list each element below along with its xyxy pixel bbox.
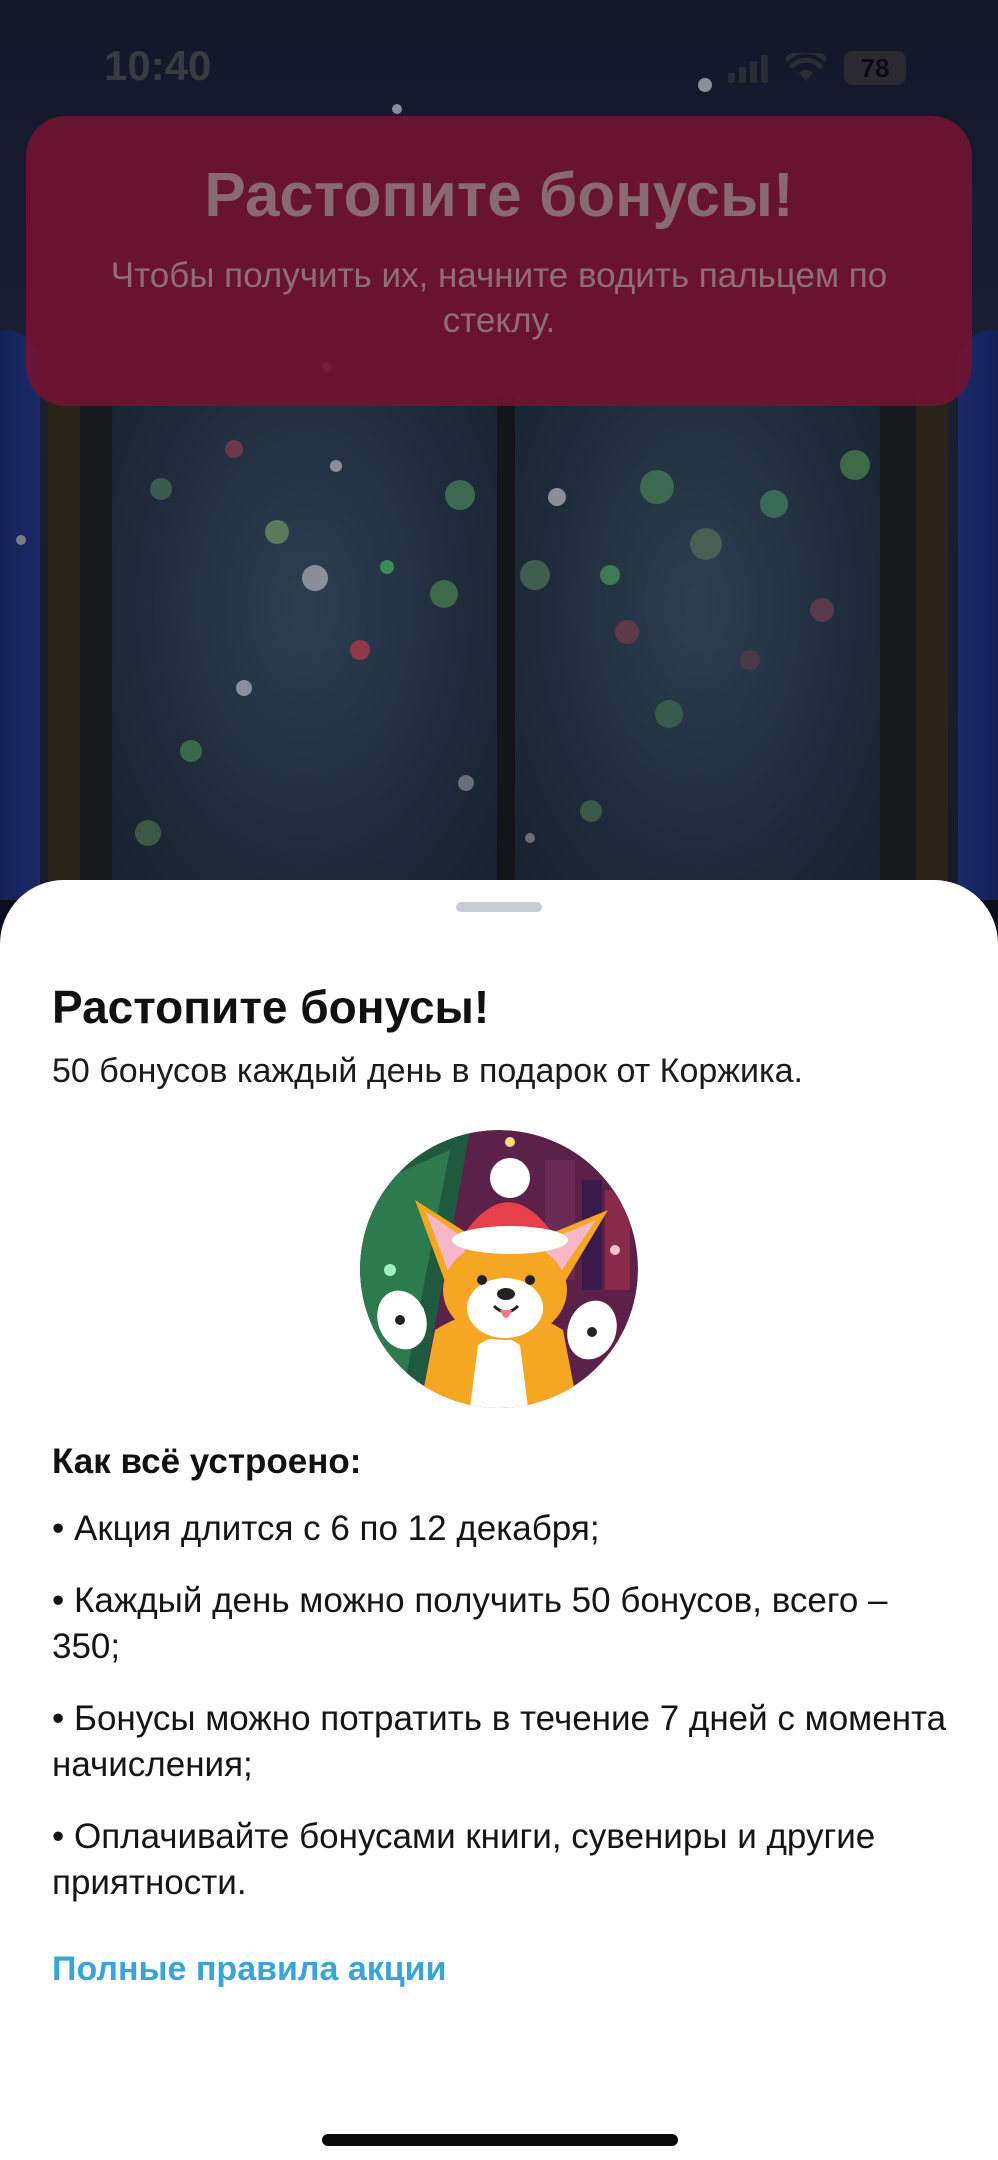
bokeh-light <box>760 490 788 518</box>
bokeh-light <box>740 650 760 670</box>
status-time: 10:40 <box>104 42 212 89</box>
frosted-glass-pane-left[interactable] <box>112 405 497 900</box>
bokeh-light <box>330 460 342 472</box>
bonus-info-sheet: Растопите бонусы! 50 бонусов каждый день… <box>0 880 998 2160</box>
full-rules-link[interactable]: Полные правила акции <box>52 1950 447 1989</box>
bokeh-light <box>600 565 620 585</box>
sheet-grabber-handle[interactable] <box>456 902 542 912</box>
window-post-right <box>880 395 916 900</box>
instruction-banner: Растопите бонусы! Чтобы получить их, нач… <box>26 116 972 406</box>
window-post-left <box>80 395 112 900</box>
bokeh-light <box>615 620 639 644</box>
snowflake-dot <box>16 535 26 545</box>
window-scene-background[interactable]: Растопите бонусы! Чтобы получить их, нач… <box>0 0 998 900</box>
list-item: • Оплачивайте бонусами книги, сувениры и… <box>52 1817 876 1902</box>
bokeh-light <box>380 560 394 574</box>
home-indicator[interactable] <box>322 2134 678 2146</box>
bokeh-light <box>430 580 458 608</box>
banner-title: Растопите бонусы! <box>204 161 794 230</box>
frosted-glass-pane-right[interactable] <box>515 405 880 900</box>
bokeh-light <box>810 598 834 622</box>
curtain-right <box>958 330 998 900</box>
banner-subtitle: Чтобы получить их, начните водить пальце… <box>110 256 888 340</box>
bokeh-light <box>180 740 202 762</box>
bokeh-light <box>135 820 161 846</box>
bokeh-light <box>548 488 566 506</box>
curtain-left <box>0 330 40 900</box>
bokeh-light <box>445 480 475 510</box>
bokeh-light <box>520 560 550 590</box>
wifi-icon <box>786 53 826 81</box>
bokeh-light <box>302 565 328 591</box>
cellular-signal-icon <box>728 53 768 83</box>
bokeh-light <box>265 520 289 544</box>
status-bar: 10:40 78 <box>0 0 998 120</box>
bokeh-light <box>236 680 252 696</box>
bokeh-light <box>840 450 870 480</box>
window-mullion <box>497 395 515 900</box>
bokeh-light <box>655 700 683 728</box>
list-item: • Бонусы можно потратить в течение 7 дне… <box>52 1699 947 1784</box>
bokeh-light <box>690 528 722 560</box>
corgi-mascot-illustration <box>360 1130 638 1408</box>
bokeh-light <box>458 775 474 791</box>
snowflake-dot <box>525 833 535 843</box>
rules-list: • Акция длится с 6 по 12 декабря; • Кажд… <box>52 1506 952 1932</box>
bokeh-light <box>580 800 602 822</box>
status-icons: 78 <box>728 48 906 88</box>
sheet-subtitle: 50 бонусов каждый день в подарок от Корж… <box>52 1052 804 1090</box>
bokeh-light <box>640 470 674 504</box>
bokeh-light <box>350 640 370 660</box>
how-it-works-heading: Как всё устроено: <box>52 1442 362 1481</box>
list-item: • Каждый день можно получить 50 бонусов,… <box>52 1581 888 1666</box>
bokeh-light <box>150 478 172 500</box>
sheet-title: Растопите бонусы! <box>52 981 490 1033</box>
list-item: • Акция длится с 6 по 12 декабря; <box>52 1509 600 1548</box>
bokeh-light <box>225 440 243 458</box>
battery-icon: 78 <box>844 51 906 85</box>
